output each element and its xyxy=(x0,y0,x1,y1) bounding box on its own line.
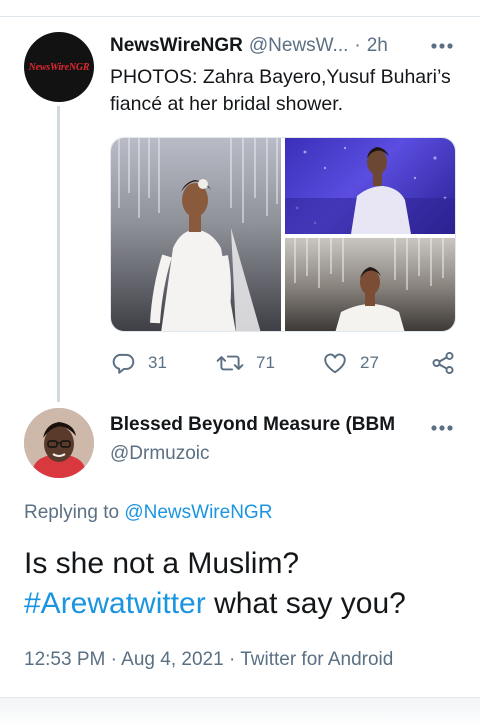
parent-more-button[interactable] xyxy=(428,36,456,56)
bride-photo-3[interactable] xyxy=(285,238,455,331)
thread-connector-line xyxy=(57,106,60,402)
meta-separator-1: · xyxy=(110,649,117,670)
parent-author-handle[interactable]: @NewsW... xyxy=(249,35,349,57)
reply-author-name[interactable]: Blessed Beyond Measure (BBM xyxy=(110,414,405,436)
heart-icon xyxy=(324,353,346,374)
parent-author-name[interactable]: NewsWireNGR xyxy=(110,35,243,57)
top-divider xyxy=(0,16,480,17)
media-grid xyxy=(110,137,456,332)
reply-button[interactable]: 31 xyxy=(110,348,167,378)
parent-tweet-header: NewsWireNGR @NewsW... · 2h xyxy=(110,34,460,58)
like-count: 27 xyxy=(360,353,379,372)
retweet-button[interactable]: 71 xyxy=(216,348,275,378)
meta-separator-2: · xyxy=(228,649,236,670)
tweet-date[interactable]: Aug 4, 2021 xyxy=(121,649,223,670)
newswirengr-logo: NewsWireNGR xyxy=(28,61,90,73)
reply-author-avatar[interactable] xyxy=(24,408,94,478)
replying-to-handle-link[interactable]: @NewsWireNGR xyxy=(124,502,272,523)
parent-tweet-time[interactable]: 2h xyxy=(367,35,388,57)
parent-tweet-actions: 31 71 27 xyxy=(110,348,460,378)
like-button[interactable]: 27 xyxy=(322,348,379,378)
retweet-icon xyxy=(216,355,244,371)
bottom-edge xyxy=(0,698,480,728)
tweet-client-link[interactable]: Twitter for Android xyxy=(240,649,393,670)
hashtag-link[interactable]: #Arewatwitter xyxy=(24,587,206,620)
bride-photo-2[interactable] xyxy=(285,138,455,234)
replying-to-line: Replying to @NewsWireNGR xyxy=(24,502,272,524)
reply-more-button[interactable] xyxy=(428,418,456,438)
tweet-metadata: 12:53 PM · Aug 4, 2021 · Twitter for And… xyxy=(24,649,393,671)
header-separator: · xyxy=(354,35,361,56)
share-icon xyxy=(432,351,454,375)
reply-text-plain: Is she not a Muslim? xyxy=(24,547,300,580)
reply-author-handle[interactable]: @Drmuzoic xyxy=(110,443,210,465)
retweet-count: 71 xyxy=(256,353,275,372)
reply-tweet-text: Is she not a Muslim? #Arewatwitter what … xyxy=(24,544,464,624)
reply-icon xyxy=(112,353,135,374)
more-horizontal-icon xyxy=(431,43,453,49)
bride-photo-1[interactable] xyxy=(111,138,281,331)
reply-count: 31 xyxy=(148,353,167,372)
more-horizontal-icon xyxy=(431,425,453,431)
parent-tweet-text: PHOTOS: Zahra Bayero,Yusuf Buhari’s fian… xyxy=(110,66,451,115)
replying-to-label: Replying to xyxy=(24,502,120,523)
newswirengr-avatar[interactable]: NewsWireNGR xyxy=(24,32,94,102)
tweet-time[interactable]: 12:53 PM xyxy=(24,649,105,670)
share-button[interactable] xyxy=(430,348,468,378)
reply-text-rest: what say you? xyxy=(214,587,406,620)
